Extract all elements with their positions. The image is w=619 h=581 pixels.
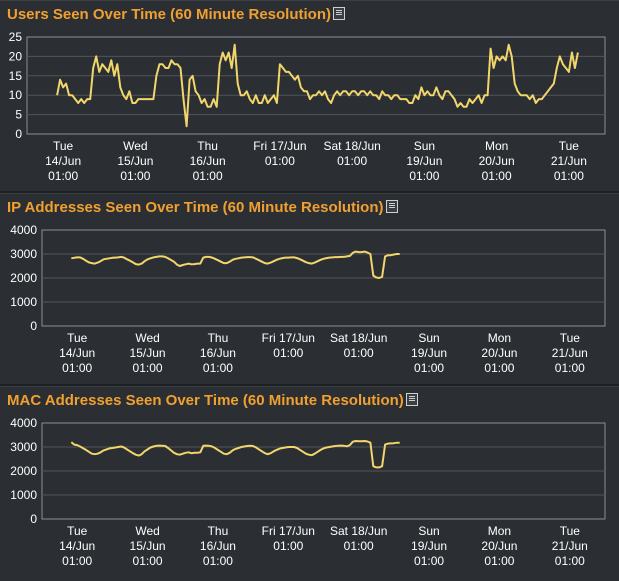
x-tick-label: Tue 14/Jun 01:00 [59,331,95,375]
x-tick-label: Sat 18/Jun 01:00 [330,331,387,360]
x-tick-label: Thu 16/Jun 01:00 [200,331,236,375]
y-tick-label: 25 [9,30,23,44]
x-tick-label: Mon 20/Jun 01:00 [481,331,517,375]
y-tick-label: 3000 [10,247,37,261]
users-chart-plot: 0 5 10 15 20 25 Tue 14/Jun 01:00 Wed 15/Jun 01:00 Th… [9,30,606,183]
x-tick-label: Tue 14/Jun 01:00 [59,524,95,568]
x-tick-label: Sun 19/Jun 01:00 [411,524,447,568]
x-tick-label: Mon 20/Jun 01:00 [481,524,517,568]
y-tick-label: 1000 [10,488,37,502]
users-chart-panel: Users Seen Over Time (60 Minute Resoluti… [0,0,619,191]
x-tick-label: Wed 15/Jun 01:00 [117,139,153,183]
y-tick-label: 4000 [10,416,37,430]
y-tick-label: 5 [15,108,22,122]
ip-chart-plot: 0 1000 2000 3000 4000 Tue 14/Jun 01:00 Wed 15/Jun… [10,223,606,375]
ip-chart-panel: IP Addresses Seen Over Time (60 Minute R… [0,193,619,384]
y-tick-label: 15 [9,69,23,83]
y-tick-label: 2000 [10,464,37,478]
x-tick-label: Tue 21/Jun 01:00 [551,139,587,183]
x-tick-label: Sat 18/Jun 01:00 [330,524,387,553]
y-tick-label: 20 [9,49,23,63]
x-tick-label: Tue 21/Jun 01:00 [552,331,588,375]
x-tick-label: Thu 16/Jun 01:00 [190,139,226,183]
y-tick-label: 10 [9,88,23,102]
y-tick-label: 0 [30,319,37,333]
y-tick-label: 3000 [10,440,37,454]
x-tick-label: Tue 14/Jun 01:00 [45,139,81,183]
y-tick-label: 1000 [10,295,37,309]
x-tick-label: Fri 17/Jun 01:00 [262,524,315,553]
x-tick-label: Sun 19/Jun 01:00 [406,139,442,183]
x-tick-label: Sun 19/Jun 01:00 [411,331,447,375]
y-tick-label: 0 [15,127,22,141]
x-tick-label: Thu 16/Jun 01:00 [200,524,236,568]
x-tick-label: Tue 21/Jun 01:00 [552,524,588,568]
mac-chart-plot: 0 1000 2000 3000 4000 Tue 14/Jun 01:00 Wed 15/Jun… [10,416,606,568]
x-tick-label: Fri 17/Jun 01:00 [262,331,315,360]
x-tick-label: Fri 17/Jun 01:00 [253,139,306,168]
x-tick-label: Mon 20/Jun 01:00 [479,139,515,183]
x-tick-label: Wed 15/Jun 01:00 [130,331,166,375]
y-tick-label: 0 [30,512,37,526]
y-tick-label: 2000 [10,271,37,285]
plot-area [26,36,606,135]
x-tick-label: Wed 15/Jun 01:00 [130,524,166,568]
mac-chart-panel: MAC Addresses Seen Over Time (60 Minute … [0,386,619,581]
x-tick-label: Sat 18/Jun 01:00 [323,139,380,168]
y-tick-label: 4000 [10,223,37,237]
